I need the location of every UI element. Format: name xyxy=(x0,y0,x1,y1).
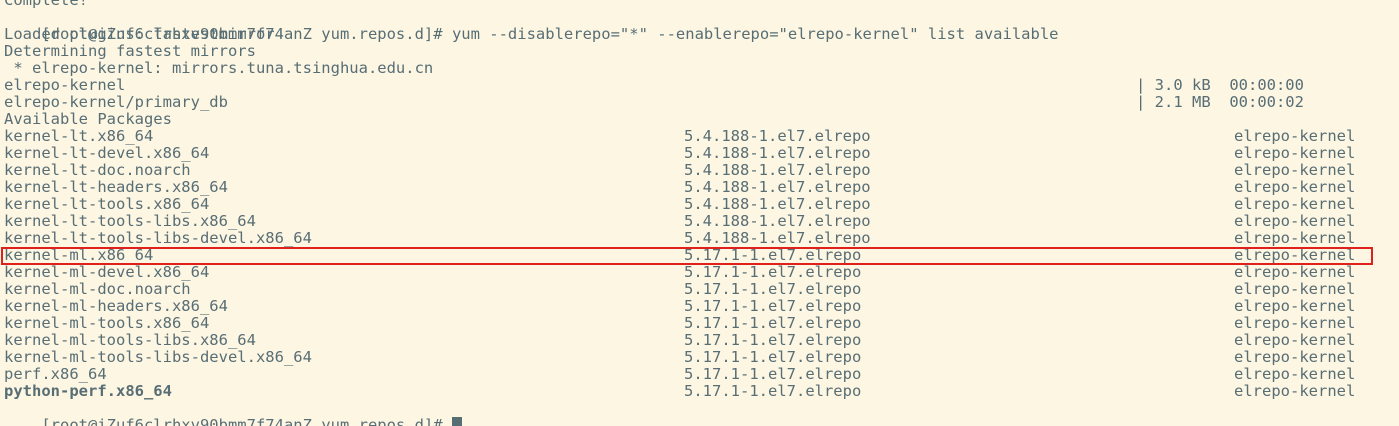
package-name: kernel-lt-doc.noarch xyxy=(4,161,191,179)
package-row: kernel-lt-devel.x86_64 5.4.188-1.el7.elr… xyxy=(4,145,1394,162)
repo-name: elrepo-kernel/primary_db xyxy=(4,93,228,111)
package-name: kernel-lt-tools-libs-devel.x86_64 xyxy=(4,229,312,247)
package-repo: elrepo-kernel xyxy=(1234,195,1356,213)
package-repo: elrepo-kernel xyxy=(1234,314,1356,332)
highlight-box xyxy=(1,247,1373,265)
package-repo: elrepo-kernel xyxy=(1234,263,1356,281)
repo-name: elrepo-kernel xyxy=(4,76,126,94)
package-version: 5.17.1-1.el7.elrepo xyxy=(684,331,862,349)
repo-row: elrepo-kernel | 3.0 kB 00:00:00 xyxy=(4,77,1394,94)
package-repo: elrepo-kernel xyxy=(1234,229,1356,247)
text-cursor xyxy=(451,417,462,426)
package-name: kernel-lt.x86_64 xyxy=(4,127,154,145)
package-repo: elrepo-kernel xyxy=(1234,161,1356,179)
package-version: 5.4.188-1.el7.elrepo xyxy=(684,144,871,162)
shell-prompt: [root@iZuf6clrhxv90bmm7f74anZ yum.repos.… xyxy=(41,416,452,426)
package-name: kernel-ml-tools-libs-devel.x86_64 xyxy=(4,348,312,366)
package-version: 5.4.188-1.el7.elrepo xyxy=(684,127,871,145)
output-line-complete: Complete! xyxy=(4,0,88,9)
package-repo: elrepo-kernel xyxy=(1234,331,1356,349)
package-version: 5.17.1-1.el7.elrepo xyxy=(684,263,862,281)
package-row: kernel-lt-tools-libs.x86_64 5.4.188-1.el… xyxy=(4,213,1394,230)
package-name: kernel-lt-devel.x86_64 xyxy=(4,144,210,162)
package-version: 5.4.188-1.el7.elrepo xyxy=(684,229,871,247)
package-name: kernel-lt-tools-libs.x86_64 xyxy=(4,212,256,230)
package-version: 5.4.188-1.el7.elrepo xyxy=(684,195,871,213)
package-repo: elrepo-kernel xyxy=(1234,365,1356,383)
available-packages-header: Available Packages xyxy=(4,110,172,128)
package-name: kernel-ml-headers.x86_64 xyxy=(4,297,228,315)
package-repo: elrepo-kernel xyxy=(1234,178,1356,196)
package-name: kernel-lt-tools.x86_64 xyxy=(4,195,210,213)
package-row: perf.x86_64 5.17.1-1.el7.elrepo elrepo-k… xyxy=(4,366,1394,383)
package-version: 5.17.1-1.el7.elrepo xyxy=(684,314,862,332)
terminal-window[interactable]: Complete! [root@iZuf6clrhxv90bmm7f74anZ … xyxy=(0,0,1399,426)
package-repo: elrepo-kernel xyxy=(1234,280,1356,298)
package-name: kernel-lt-headers.x86_64 xyxy=(4,178,228,196)
package-row: kernel-lt-headers.x86_64 5.4.188-1.el7.e… xyxy=(4,179,1394,196)
package-row: kernel-lt.x86_64 5.4.188-1.el7.elrepo el… xyxy=(4,128,1394,145)
output-line-mirror: * elrepo-kernel: mirrors.tuna.tsinghua.e… xyxy=(4,59,434,77)
package-version: 5.4.188-1.el7.elrepo xyxy=(684,178,871,196)
package-row: kernel-ml-tools.x86_64 5.17.1-1.el7.elre… xyxy=(4,315,1394,332)
package-name: kernel-ml-devel.x86_64 xyxy=(4,263,210,281)
package-version: 5.17.1-1.el7.elrepo xyxy=(684,280,862,298)
package-row: python-perf.x86_64 5.17.1-1.el7.elrepo e… xyxy=(4,383,1394,400)
package-row: kernel-lt-tools.x86_64 5.4.188-1.el7.elr… xyxy=(4,196,1394,213)
package-row: kernel-lt-doc.noarch 5.4.188-1.el7.elrep… xyxy=(4,162,1394,179)
package-repo: elrepo-kernel xyxy=(1234,382,1356,400)
package-name: kernel-ml-tools.x86_64 xyxy=(4,314,210,332)
package-repo: elrepo-kernel xyxy=(1234,297,1356,315)
package-row: kernel-ml-headers.x86_64 5.17.1-1.el7.el… xyxy=(4,298,1394,315)
package-name: kernel-ml-tools-libs.x86_64 xyxy=(4,331,256,349)
package-repo: elrepo-kernel xyxy=(1234,212,1356,230)
package-name: python-perf.x86_64 xyxy=(4,382,172,400)
package-repo: elrepo-kernel xyxy=(1234,144,1356,162)
package-row: kernel-ml-devel.x86_64 5.17.1-1.el7.elre… xyxy=(4,264,1394,281)
package-name: perf.x86_64 xyxy=(4,365,107,383)
output-line-plugins: Loaded plugins: fastestmirror xyxy=(4,25,275,43)
repo-meta: | 3.0 kB 00:00:00 xyxy=(1136,76,1304,94)
package-repo: elrepo-kernel xyxy=(1234,127,1356,145)
package-row: kernel-ml-tools-libs.x86_64 5.17.1-1.el7… xyxy=(4,332,1394,349)
package-repo: elrepo-kernel xyxy=(1234,348,1356,366)
package-version: 5.17.1-1.el7.elrepo xyxy=(684,297,862,315)
package-row: kernel-lt-tools-libs-devel.x86_64 5.4.18… xyxy=(4,230,1394,247)
package-row: kernel-ml-tools-libs-devel.x86_64 5.17.1… xyxy=(4,349,1394,366)
repo-row: elrepo-kernel/primary_db | 2.1 MB 00:00:… xyxy=(4,94,1394,111)
command-line: [root@iZuf6clrhxv90bmm7f74anZ yum.repos.… xyxy=(4,9,1394,43)
package-version: 5.17.1-1.el7.elrepo xyxy=(684,348,862,366)
output-line-determining: Determining fastest mirrors xyxy=(4,42,256,60)
package-version: 5.4.188-1.el7.elrepo xyxy=(684,161,871,179)
package-row: kernel-ml-doc.noarch 5.17.1-1.el7.elrepo… xyxy=(4,281,1394,298)
package-version: 5.4.188-1.el7.elrepo xyxy=(684,212,871,230)
package-version: 5.17.1-1.el7.elrepo xyxy=(684,382,862,400)
package-version: 5.17.1-1.el7.elrepo xyxy=(684,365,862,383)
package-name: kernel-ml-doc.noarch xyxy=(4,280,191,298)
prompt-line[interactable]: [root@iZuf6clrhxv90bmm7f74anZ yum.repos.… xyxy=(4,400,1394,426)
repo-meta: | 2.1 MB 00:00:02 xyxy=(1136,93,1304,111)
